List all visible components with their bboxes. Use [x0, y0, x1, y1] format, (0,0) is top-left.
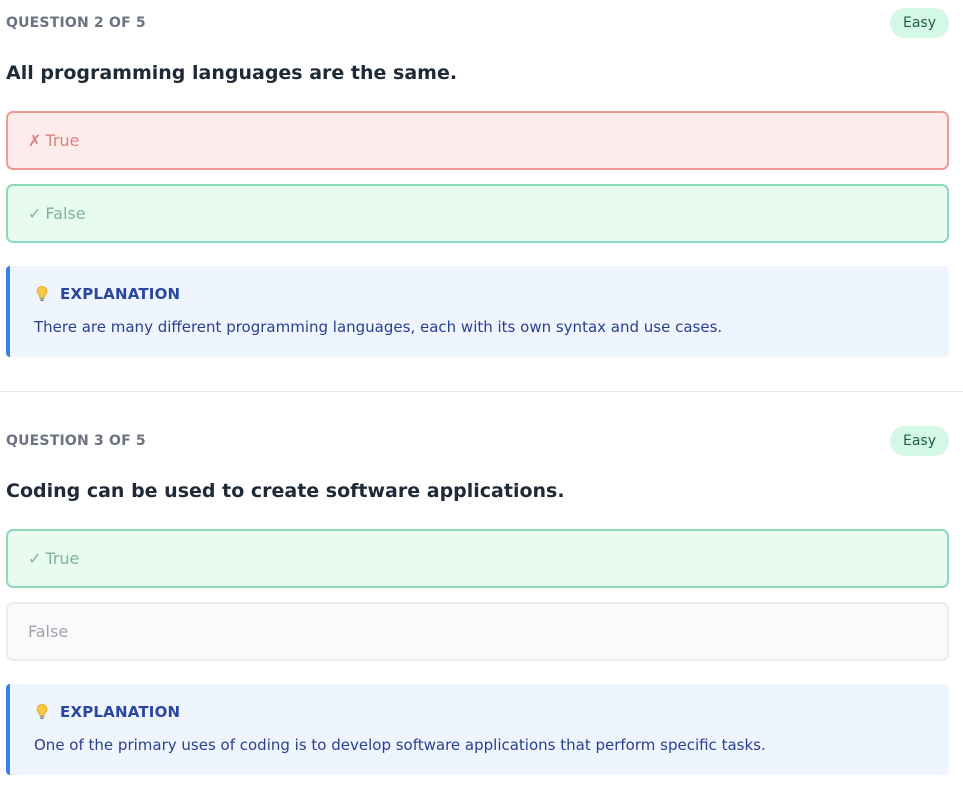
- question-card: QUESTION 2 OF 5 Easy All programming lan…: [6, 0, 949, 357]
- difficulty-badge: Easy: [889, 8, 949, 38]
- explanation-box: EXPLANATION One of the primary uses of c…: [6, 684, 949, 775]
- answer-option-label: False: [45, 204, 86, 223]
- question-text: All programming languages are the same.: [6, 62, 458, 84]
- question-counter: QUESTION 2 OF 5: [6, 15, 146, 31]
- correct-mark-icon: ✓: [28, 549, 42, 568]
- explanation-box: EXPLANATION There are many different pro…: [6, 266, 949, 357]
- question-divider: [0, 391, 963, 392]
- correct-mark-icon: ✓: [28, 204, 42, 223]
- question-card: QUESTION 3 OF 5 Easy Coding can be used …: [6, 418, 949, 775]
- question-header: QUESTION 2 OF 5 Easy: [6, 0, 949, 46]
- explanation-text: There are many different programming lan…: [34, 318, 723, 336]
- answer-option-false[interactable]: ✓ False: [6, 184, 949, 243]
- explanation-text: One of the primary uses of coding is to …: [34, 736, 766, 754]
- wrong-mark-icon: ✗: [28, 131, 42, 150]
- quiz-review-page: QUESTION 2 OF 5 Easy All programming lan…: [0, 0, 963, 785]
- answer-option-label: True: [45, 131, 80, 150]
- lightbulb-icon: [34, 703, 50, 721]
- explanation-title-label: EXPLANATION: [60, 703, 181, 721]
- question-header: QUESTION 3 OF 5 Easy: [6, 418, 949, 464]
- question-text: Coding can be used to create software ap…: [6, 480, 565, 502]
- answer-option-label: True: [45, 549, 80, 568]
- explanation-title-label: EXPLANATION: [60, 285, 181, 303]
- explanation-title: EXPLANATION: [34, 285, 180, 303]
- answer-option-false[interactable]: False: [6, 602, 949, 661]
- lightbulb-icon: [34, 285, 50, 303]
- question-counter: QUESTION 3 OF 5: [6, 433, 146, 449]
- answer-option-true[interactable]: ✓ True: [6, 529, 949, 588]
- answer-option-label: False: [28, 622, 69, 641]
- difficulty-badge: Easy: [889, 426, 949, 456]
- answer-option-true[interactable]: ✗ True: [6, 111, 949, 170]
- explanation-title: EXPLANATION: [34, 703, 180, 721]
